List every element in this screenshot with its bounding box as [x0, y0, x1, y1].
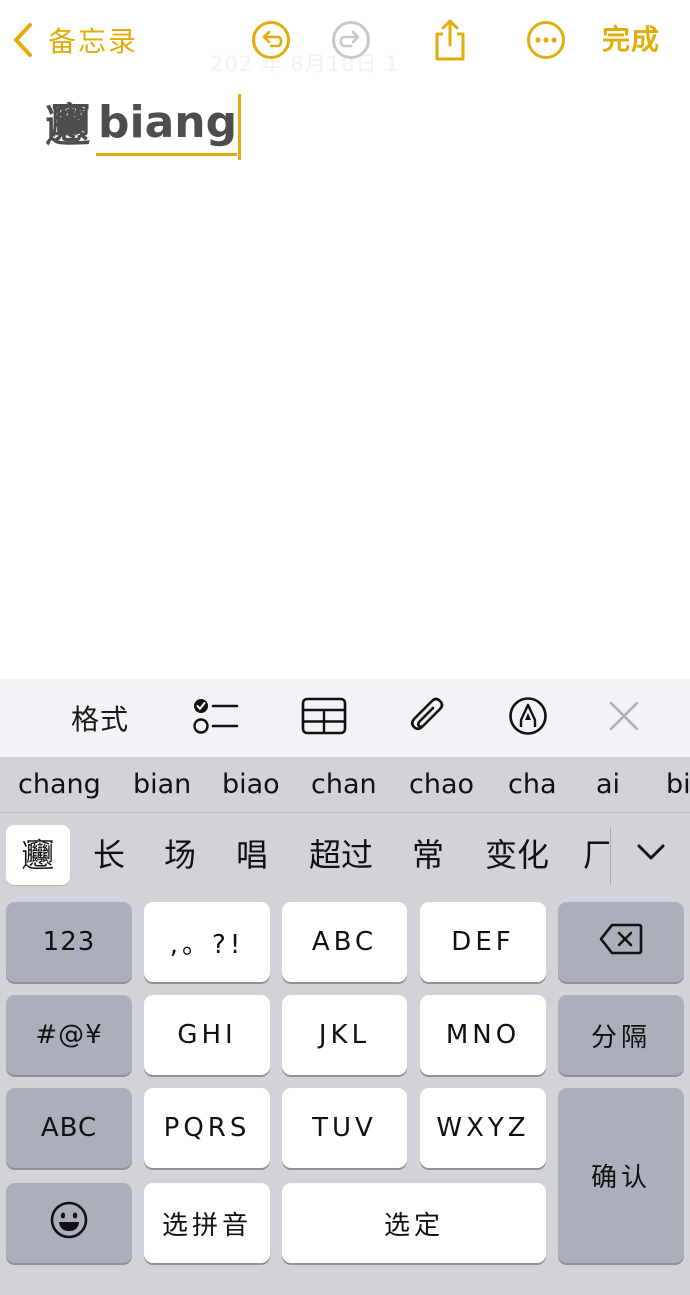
pinyin-suggestion[interactable]: cha	[508, 765, 557, 805]
format-toolbar: 格式	[0, 679, 690, 757]
key-mno[interactable]: MNO	[420, 995, 546, 1075]
key-label: ABC	[311, 927, 378, 957]
key-numbers[interactable]: 123	[6, 902, 132, 982]
key-confirm[interactable]: 确认	[558, 1088, 684, 1263]
checklist-button[interactable]	[186, 679, 246, 757]
note-text-area[interactable]: 𰻞 biang	[46, 90, 242, 160]
pinyin-suggestion-bar: chang bian biao chan chao cha ai bi	[0, 757, 690, 813]
key-tuv[interactable]: TUV	[282, 1088, 407, 1168]
attachment-button[interactable]	[398, 679, 458, 757]
note-marked-text: biang	[96, 95, 238, 156]
more-icon	[526, 20, 566, 60]
markup-pen-icon	[508, 696, 548, 740]
key-label: GHI	[177, 1020, 237, 1050]
done-button[interactable]: 完成	[602, 20, 660, 60]
key-select[interactable]: 选定	[282, 1183, 546, 1263]
close-icon	[608, 700, 640, 736]
key-label: WXYZ	[436, 1113, 530, 1143]
markup-button[interactable]	[498, 679, 558, 757]
pinyin-suggestion[interactable]: bian	[133, 765, 191, 805]
candidate-item[interactable]: 变化	[479, 825, 555, 885]
key-abc-switch[interactable]: ABC	[6, 1088, 132, 1168]
candidate-bar: 𰻞 长 场 唱 超过 常 变化 厂	[0, 813, 690, 893]
back-button[interactable]: 备忘录	[12, 20, 138, 60]
pinyin-suggestion[interactable]: chao	[409, 765, 474, 805]
pinyin-suggestion[interactable]: ai	[596, 765, 620, 805]
key-label: PQRS	[163, 1113, 251, 1143]
key-abc[interactable]: ABC	[282, 902, 407, 982]
key-label: #@¥	[35, 1020, 103, 1050]
candidate-item[interactable]: 唱	[229, 825, 275, 885]
note-committed-text: 𰻞	[46, 100, 90, 151]
table-button[interactable]	[294, 679, 354, 757]
backspace-icon	[599, 922, 643, 963]
candidate-item[interactable]: 长	[86, 825, 132, 885]
pinyin-keyboard: chang bian biao chan chao cha ai bi 𰻞 长 …	[0, 757, 690, 1295]
key-label: 123	[42, 927, 96, 957]
key-pqrs[interactable]: PQRS	[144, 1088, 270, 1168]
close-toolbar-button[interactable]	[594, 679, 654, 757]
key-label: MNO	[445, 1020, 521, 1050]
key-label: 分隔	[590, 1022, 651, 1053]
key-jkl[interactable]: JKL	[282, 995, 407, 1075]
pinyin-suggestion[interactable]: bi	[666, 765, 690, 805]
candidate-item[interactable]: 场	[157, 825, 203, 885]
paperclip-icon	[408, 695, 448, 741]
candidate-item[interactable]: 𰻞	[6, 825, 70, 885]
key-label: JKL	[318, 1020, 371, 1050]
key-label: ,。?!	[169, 929, 245, 960]
delete-key[interactable]	[558, 902, 684, 982]
format-button-label: 格式	[70, 703, 129, 736]
candidate-item[interactable]: 常	[405, 825, 451, 885]
undo-icon	[251, 20, 291, 60]
expand-candidates-button[interactable]	[622, 825, 680, 883]
key-label: 选定	[383, 1210, 444, 1241]
key-punctuation[interactable]: ,。?!	[144, 902, 270, 982]
key-select-pinyin[interactable]: 选拼音	[144, 1183, 270, 1263]
notes-editor-screen: 202 年 8月18日 1 备忘录 完成 𰻞 biang 格式 chang bi…	[0, 0, 690, 1295]
chevron-down-icon	[636, 843, 666, 865]
key-label: TUV	[312, 1113, 377, 1143]
share-button[interactable]	[428, 18, 472, 62]
pinyin-suggestion[interactable]: chang	[18, 765, 101, 805]
text-caret	[238, 94, 242, 160]
redo-button[interactable]	[329, 18, 373, 62]
key-separator[interactable]: 分隔	[558, 995, 684, 1075]
key-def[interactable]: DEF	[420, 902, 546, 982]
redo-icon	[331, 20, 371, 60]
candidate-item[interactable]: 厂	[583, 825, 609, 885]
emoji-icon	[49, 1200, 89, 1247]
format-button[interactable]: 格式	[60, 679, 140, 757]
candidate-item[interactable]: 超过	[303, 825, 379, 885]
share-icon	[431, 18, 469, 62]
pinyin-suggestion[interactable]: chan	[311, 765, 377, 805]
back-button-label: 备忘录	[48, 25, 139, 58]
key-symbols[interactable]: #@¥	[6, 995, 132, 1075]
candidate-divider	[610, 827, 611, 885]
pinyin-suggestion[interactable]: biao	[222, 765, 280, 805]
emoji-key[interactable]	[6, 1183, 132, 1263]
checklist-icon	[193, 696, 239, 740]
table-icon	[301, 697, 347, 739]
key-label: DEF	[451, 927, 515, 957]
key-label: 选拼音	[161, 1210, 252, 1241]
chevron-left-icon	[12, 22, 34, 58]
key-label: 确认	[590, 1163, 651, 1193]
undo-button[interactable]	[249, 18, 293, 62]
key-ghi[interactable]: GHI	[144, 995, 270, 1075]
key-label: ABC	[40, 1113, 98, 1143]
key-wxyz[interactable]: WXYZ	[420, 1088, 546, 1168]
more-button[interactable]	[524, 18, 568, 62]
